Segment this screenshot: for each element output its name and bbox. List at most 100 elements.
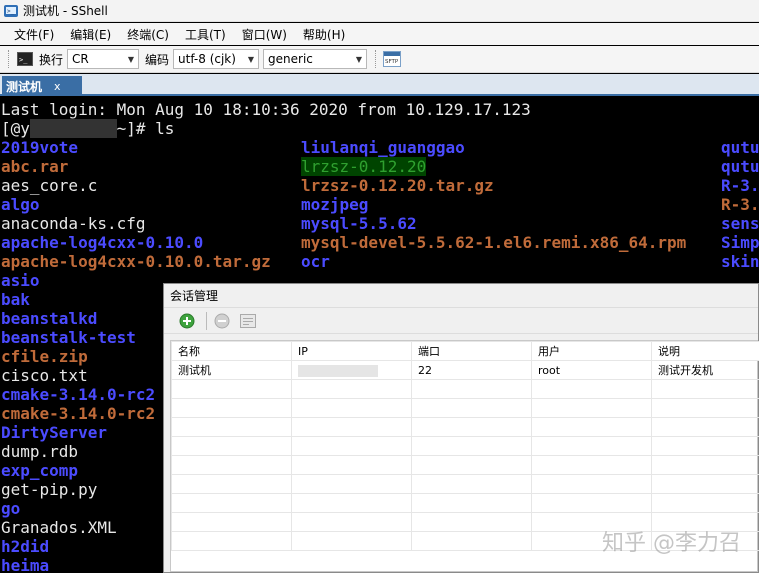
svg-text:>_: >_ [7, 8, 15, 15]
prompt-prefix: [@y [1, 119, 30, 138]
session-port: 22 [411, 360, 532, 380]
list-item: go [1, 499, 21, 518]
dialog-toolbar [164, 308, 758, 334]
list-item: skin [721, 252, 759, 271]
list-item: liulanqi_guanggao [301, 138, 465, 157]
list-item: DirtyServer [1, 423, 107, 442]
properties-icon [240, 313, 256, 328]
plus-icon [179, 313, 195, 328]
prompt-suffix: ~]# ls [116, 119, 175, 138]
list-item: Granados.XML [1, 518, 117, 537]
column-header-port[interactable]: 端口 [411, 341, 532, 361]
menu-help[interactable]: 帮助(H) [295, 26, 353, 43]
tab-session[interactable]: 测试机 x [2, 76, 82, 96]
title-bar: >_ 测试机 - SShell [0, 0, 759, 22]
toolbar: >_ 换行 CR ▼ 编码 utf-8 (cjk) ▼ generic ▼ SF… [0, 46, 759, 73]
session-properties-button[interactable] [237, 311, 259, 331]
list-item: lrzsz-0.12.20.tar.gz [301, 176, 494, 195]
table-row [171, 398, 759, 418]
list-item: asio [1, 271, 40, 290]
list-item: beanstalk-test [1, 328, 136, 347]
list-item: sens [721, 214, 759, 233]
login-line: Last login: Mon Aug 10 18:10:36 2020 fro… [1, 100, 531, 119]
list-item: cmake-3.14.0-rc2 [1, 404, 156, 423]
list-item: ocr [301, 252, 330, 271]
list-item: R-3. [721, 195, 759, 214]
chevron-down-icon: ▼ [247, 54, 255, 64]
list-item: algo [1, 195, 40, 214]
chevron-down-icon: ▼ [127, 54, 135, 64]
tab-strip: 测试机 x [0, 74, 759, 96]
menu-tools[interactable]: 工具(T) [177, 26, 234, 43]
column-header-user[interactable]: 用户 [531, 341, 652, 361]
table-row [171, 417, 759, 437]
session-ip [291, 360, 412, 380]
session-user: root [531, 360, 652, 380]
list-item: mozjpeg [301, 195, 369, 214]
toolbar-grip[interactable] [8, 50, 11, 68]
table-row [171, 379, 759, 399]
list-item: lrzsz-0.12.20 [301, 157, 427, 176]
column-header-ip[interactable]: IP [291, 341, 412, 361]
newline-select[interactable]: CR ▼ [67, 49, 140, 69]
toolbar-grip[interactable] [375, 50, 378, 68]
sftp-icon-text: SFTP [385, 59, 399, 65]
list-item: abc.rar [1, 157, 69, 176]
menu-terminal[interactable]: 终端(C) [119, 26, 177, 43]
list-item: h2did [1, 537, 50, 556]
list-item: qutu [721, 138, 759, 157]
list-item: dump.rdb [1, 442, 79, 461]
table-row [171, 474, 759, 494]
tab-label: 测试机 [6, 79, 43, 94]
list-item: cfile.zip [1, 347, 88, 366]
column-header-description[interactable]: 说明 [651, 341, 759, 361]
terminal-type-value: generic [268, 52, 313, 66]
list-item: cisco.txt [1, 366, 88, 385]
grid-header-row: 名称 IP 端口 用户 说明 [171, 341, 759, 361]
encoding-select[interactable]: utf-8 (cjk) ▼ [173, 49, 260, 69]
terminal-type-select[interactable]: generic ▼ [263, 49, 368, 69]
add-session-button[interactable] [176, 311, 198, 331]
menu-bar: 文件(F) 编辑(E) 终端(C) 工具(T) 窗口(W) 帮助(H) [0, 23, 759, 45]
table-row [171, 493, 759, 513]
table-row [171, 436, 759, 456]
svg-text:>_: >_ [19, 56, 28, 64]
list-item: R-3. [721, 176, 759, 195]
column-header-name[interactable]: 名称 [171, 341, 292, 361]
newline-value: CR [72, 52, 89, 66]
newline-label: 换行 [39, 52, 64, 67]
toolbar-divider [206, 311, 207, 330]
redacted-hostname: xxxxxxxxx [29, 119, 117, 138]
sftp-icon[interactable]: SFTP [382, 50, 402, 68]
table-row [171, 455, 759, 475]
session-description: 测试开发机 [651, 360, 759, 380]
list-item: exp_comp [1, 461, 79, 480]
list-item: Simp [721, 233, 759, 252]
list-item: apache-log4cxx-0.10.0 [1, 233, 204, 252]
list-item: aes_core.c [1, 176, 98, 195]
redacted-ip [298, 364, 378, 377]
prompt-line: [@yxxxxxxxxx~]# ls [1, 119, 174, 138]
list-item: cmake-3.14.0-rc2 [1, 385, 156, 404]
table-row[interactable]: 测试机 22 root 测试开发机 [171, 360, 759, 380]
menu-window[interactable]: 窗口(W) [234, 26, 295, 43]
list-item: bak [1, 290, 30, 309]
encoding-value: utf-8 (cjk) [178, 52, 236, 66]
list-item: 2019vote [1, 138, 79, 157]
close-icon[interactable]: x [54, 80, 61, 93]
menu-edit[interactable]: 编辑(E) [62, 26, 119, 43]
window-title: 测试机 - SShell [23, 4, 108, 18]
session-name: 测试机 [171, 360, 292, 380]
menu-file[interactable]: 文件(F) [6, 26, 62, 43]
watermark: 知乎 @李力召 [602, 531, 741, 556]
remove-session-button[interactable] [211, 311, 233, 331]
list-item: mysql-devel-5.5.62-1.el6.remi.x86_64.rpm [301, 233, 687, 252]
encoding-label: 编码 [145, 52, 170, 67]
list-item: get-pip.py [1, 480, 98, 499]
list-item: apache-log4cxx-0.10.0.tar.gz [1, 252, 271, 271]
terminal-icon[interactable]: >_ [15, 50, 35, 68]
chevron-down-icon: ▼ [355, 54, 363, 64]
list-item: beanstalkd [1, 309, 98, 328]
sshell-app-icon: >_ [4, 4, 18, 17]
minus-icon [214, 313, 230, 328]
